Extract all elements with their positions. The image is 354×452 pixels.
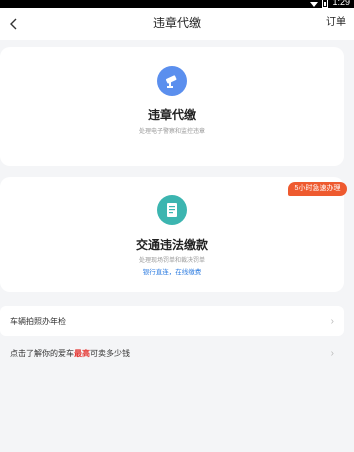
status-time: 1:29 <box>332 0 350 7</box>
card-subtitle: 处理现场罚单和裁决罚单 <box>138 258 205 264</box>
camera-icon-glyph <box>165 75 177 88</box>
row-label-suffix: 可卖多少钱 <box>90 348 130 358</box>
battery-icon <box>322 0 329 8</box>
card-title: 交通违法缴款 <box>135 238 208 252</box>
row-label-highlight: 最高 <box>74 348 90 358</box>
orders-button[interactable]: 订单 <box>326 8 346 40</box>
ticket-icon <box>157 195 187 225</box>
fast-processing-badge: 5小时急速办理 <box>288 182 347 196</box>
annual-inspection-row[interactable]: 车辆拍照办年检 › <box>0 306 344 336</box>
back-button[interactable] <box>6 16 20 32</box>
violation-payment-card[interactable]: 违章代缴 处理电子警察和监控违章 <box>0 47 344 166</box>
chevron-right-icon: › <box>330 315 334 327</box>
card-links[interactable]: 银行直连，在线缴费 <box>0 266 344 276</box>
row-label-prefix: 点击了解你的爱车 <box>10 348 74 358</box>
row-label: 点击了解你的爱车最高可卖多少钱 <box>10 348 130 359</box>
page-title: 违章代缴 <box>152 16 201 30</box>
card-subtitle: 处理电子警察和监控违章 <box>138 129 205 135</box>
status-icons: 1:29 <box>310 0 350 8</box>
ticket-icon-glyph <box>167 203 177 217</box>
chevron-left-icon <box>10 18 17 30</box>
status-bar: 1:29 <box>0 0 354 8</box>
header: 违章代缴 订单 <box>0 8 354 40</box>
car-value-row[interactable]: 点击了解你的爱车最高可卖多少钱 › <box>0 338 344 368</box>
card-title: 违章代缴 <box>147 108 196 122</box>
camera-icon <box>157 66 187 96</box>
chevron-right-icon: › <box>330 347 334 359</box>
wifi-icon <box>310 1 319 7</box>
row-label: 车辆拍照办年检 <box>10 316 66 326</box>
